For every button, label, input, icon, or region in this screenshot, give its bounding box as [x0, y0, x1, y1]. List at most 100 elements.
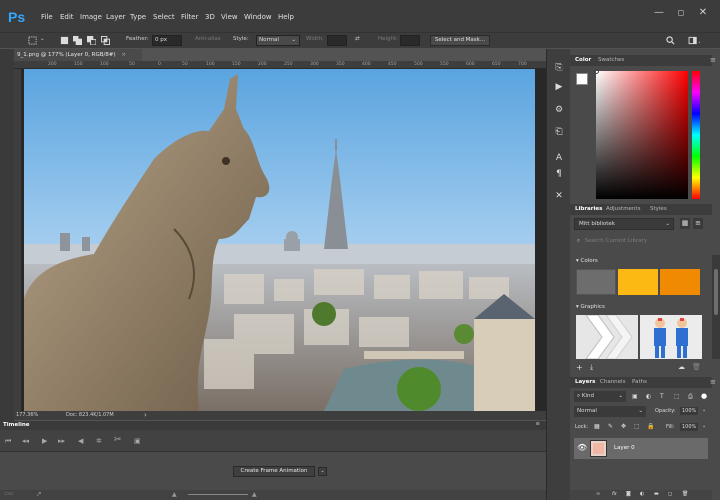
library-select[interactable]: Mitt bibliotek ⌄ — [574, 218, 674, 230]
filter-type-icon[interactable]: T — [660, 393, 664, 400]
tab-styles[interactable]: Styles — [650, 206, 667, 212]
previous-frame-icon[interactable]: ◂◂ — [22, 437, 29, 445]
play-icon[interactable]: ▶ — [42, 437, 47, 445]
swap-icon[interactable]: ⇄ — [355, 36, 360, 42]
width-field[interactable] — [327, 35, 347, 46]
lock-pixels-icon[interactable]: ✎ — [608, 423, 613, 430]
panel-menu-icon[interactable]: ≡ — [535, 421, 540, 427]
library-graphic-1[interactable] — [576, 315, 638, 359]
close-tab-icon[interactable]: × — [121, 52, 126, 58]
filter-pixel-icon[interactable]: ▣ — [632, 393, 638, 400]
new-selection-icon[interactable] — [60, 36, 69, 45]
lock-position-icon[interactable]: ✥ — [621, 423, 626, 430]
colors-section-label[interactable]: ▾ Colors — [576, 258, 598, 264]
antialias-checkbox[interactable]: Anti-alias — [195, 36, 221, 42]
upload-icon[interactable]: ⤓ — [590, 363, 593, 372]
blend-mode-select[interactable]: Normal ⌄ — [574, 406, 646, 417]
link-layers-icon[interactable]: ∞ — [596, 491, 600, 497]
filter-toggle-icon[interactable]: ● — [701, 392, 707, 400]
status-menu-icon[interactable]: › — [144, 411, 147, 419]
add-content-icon[interactable]: + — [576, 363, 583, 372]
select-and-mask-button[interactable]: Select and Mask... — [430, 35, 490, 46]
layer-row[interactable]: 👁 Layer 0 — [574, 438, 708, 459]
chevron-down-icon[interactable]: ⌄ — [702, 423, 706, 429]
zoom-out-icon[interactable]: ▲ — [172, 491, 177, 498]
hue-slider[interactable] — [692, 71, 700, 199]
foreground-color-swatch[interactable] — [576, 73, 588, 85]
panel-menu-icon[interactable]: ≡ — [710, 378, 716, 386]
eye-visibility-icon[interactable]: 👁 — [577, 443, 587, 452]
menu-layer[interactable]: Layer — [106, 13, 126, 21]
character-icon[interactable]: A — [554, 153, 564, 163]
library-graphic-2[interactable] — [640, 315, 702, 359]
menu-window[interactable]: Window — [244, 13, 272, 21]
split-icon[interactable]: ✂ — [114, 435, 122, 445]
audio-icon[interactable]: ◀ — [78, 437, 83, 445]
library-color-yellow[interactable] — [618, 269, 658, 295]
subtract-from-selection-icon[interactable] — [87, 36, 96, 45]
panel-menu-icon[interactable]: ≡ — [710, 56, 716, 64]
layer-style-icon[interactable]: fx — [612, 491, 617, 497]
feather-field[interactable]: 0 px — [152, 35, 182, 46]
delete-icon[interactable]: 🗑 — [692, 363, 701, 371]
list-view-icon[interactable]: ≡ — [693, 218, 703, 229]
convert-icon[interactable]: ➚ — [36, 490, 42, 498]
color-field[interactable] — [594, 69, 688, 199]
menu-edit[interactable]: Edit — [60, 13, 74, 21]
filter-adjustment-icon[interactable]: ◐ — [646, 393, 651, 400]
timeline-zoom-slider[interactable] — [188, 494, 248, 495]
chevron-down-icon[interactable]: ⌄ — [40, 36, 45, 42]
intersect-selection-icon[interactable] — [101, 36, 110, 45]
properties-icon[interactable]: ⚙ — [554, 105, 564, 115]
menu-help[interactable]: Help — [278, 13, 294, 21]
menu-image[interactable]: Image — [80, 13, 102, 21]
first-frame-icon[interactable]: ⏮ — [5, 437, 11, 446]
lock-artboard-icon[interactable]: ⬚ — [634, 423, 640, 430]
opacity-field[interactable]: 100% — [680, 407, 699, 415]
search-icon[interactable] — [666, 36, 675, 45]
tab-swatches[interactable]: Swatches — [598, 57, 624, 63]
grid-view-icon[interactable]: ▦ — [680, 218, 690, 229]
menu-file[interactable]: File — [41, 13, 53, 21]
layer-filter-kind[interactable]: ⌕ Kind ⌄ — [574, 391, 626, 402]
menu-select[interactable]: Select — [153, 13, 175, 21]
transition-icon[interactable]: ▣ — [134, 437, 141, 445]
tab-layers[interactable]: Layers — [575, 379, 595, 385]
library-color-orange[interactable] — [660, 269, 700, 295]
tools-icon[interactable]: ✕ — [554, 191, 564, 201]
scrollbar-thumb[interactable] — [714, 269, 718, 315]
paragraph-icon[interactable]: ¶ — [554, 169, 564, 179]
settings-icon[interactable]: ✲ — [96, 437, 102, 445]
add-to-selection-icon[interactable] — [73, 36, 82, 45]
actions-play-icon[interactable]: ▶ — [554, 82, 564, 92]
style-select[interactable]: Normal ⌄ — [256, 35, 300, 46]
new-group-icon[interactable]: ▬ — [654, 491, 659, 497]
frame-rate-icon[interactable]: ▭▭ — [4, 491, 13, 497]
height-field[interactable] — [400, 35, 420, 46]
tab-paths[interactable]: Paths — [632, 379, 647, 385]
new-layer-icon[interactable]: ◻ — [668, 491, 672, 497]
library-search[interactable]: ⌕ Search Current Library — [574, 235, 710, 247]
fill-field[interactable]: 100% — [680, 423, 699, 431]
next-frame-icon[interactable]: ▸▸ — [58, 437, 65, 445]
history-icon[interactable]: ⎘ — [554, 63, 564, 73]
lock-transparent-icon[interactable]: ▦ — [594, 423, 600, 430]
document-image[interactable] — [24, 69, 535, 411]
maximize-button[interactable]: ◻ — [670, 6, 692, 20]
workspace-icon[interactable]: ⌄ — [688, 36, 700, 45]
zoom-level[interactable]: 177.36% — [16, 412, 38, 418]
menu-type[interactable]: Type — [130, 13, 146, 21]
character-styles-icon[interactable]: ⎗ — [554, 127, 564, 137]
chevron-down-icon[interactable]: ⌄ — [702, 407, 706, 413]
library-color-grey[interactable] — [576, 269, 616, 295]
create-frame-animation-button[interactable]: Create Frame Animation — [233, 466, 315, 477]
close-button[interactable]: ✕ — [692, 6, 714, 20]
document-tab[interactable]: 9_1.png @ 177% (Layer 0, RGB/8#) × — [14, 49, 142, 61]
layer-name[interactable]: Layer 0 — [614, 445, 635, 451]
marquee-tool-icon[interactable] — [28, 36, 37, 45]
tab-libraries[interactable]: Libraries — [575, 206, 602, 212]
add-mask-icon[interactable]: ◙ — [626, 491, 631, 497]
menu-filter[interactable]: Filter — [181, 13, 198, 21]
cloud-sync-icon[interactable]: ☁ — [678, 363, 685, 371]
adjustment-layer-icon[interactable]: ◐ — [640, 491, 644, 497]
